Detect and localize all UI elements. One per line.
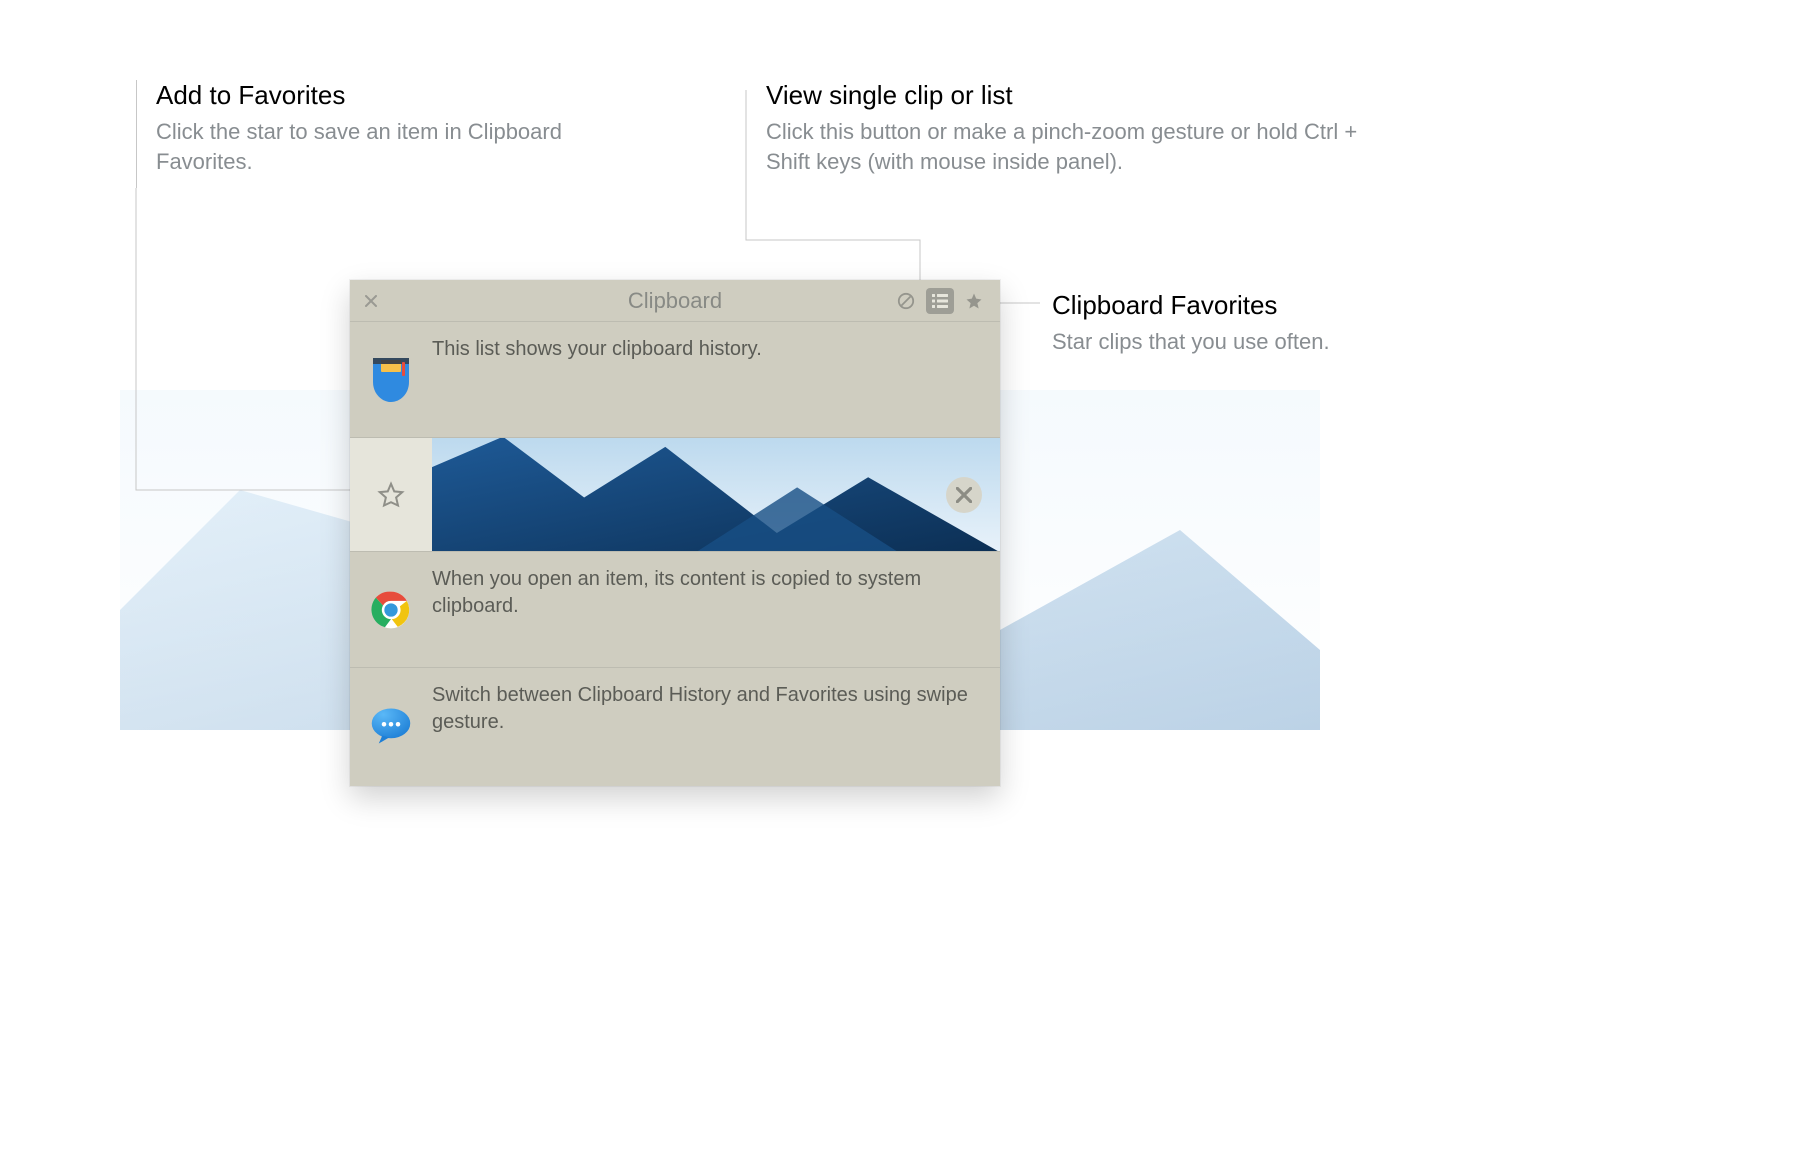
clip-text: When you open an item, its content is co… — [432, 552, 1000, 634]
pocket-icon — [371, 358, 411, 402]
clip-text: This list shows your clipboard history. — [432, 322, 1000, 377]
callout-add-to-favorites: Add to Favorites Click the star to save … — [156, 80, 576, 176]
callout-divider — [136, 80, 137, 188]
clip-text: Switch between Clipboard History and Fav… — [432, 668, 1000, 750]
callout-clipboard-favorites: Clipboard Favorites Star clips that you … — [1052, 290, 1352, 357]
clear-history-button[interactable] — [892, 288, 920, 314]
clip-row[interactable]: When you open an item, its content is co… — [350, 552, 1000, 668]
star-icon — [965, 292, 983, 310]
clip-row-selected[interactable] — [350, 438, 1000, 552]
callout-title: Clipboard Favorites — [1052, 290, 1352, 321]
row-app-icon — [350, 322, 432, 437]
list-icon — [931, 293, 949, 309]
row-app-icon — [350, 552, 432, 667]
close-icon — [956, 487, 972, 503]
callout-body: Click the star to save an item in Clipbo… — [156, 117, 576, 176]
add-to-favorites-button[interactable] — [376, 480, 406, 510]
clip-row[interactable]: This list shows your clipboard history. — [350, 322, 1000, 438]
close-panel-button[interactable] — [362, 292, 380, 310]
view-mode-toggle-button[interactable] — [926, 288, 954, 314]
chrome-icon — [371, 590, 411, 630]
delete-clip-button[interactable] — [946, 477, 982, 513]
close-icon — [365, 295, 377, 307]
no-entry-icon — [897, 292, 915, 310]
row-app-icon — [350, 668, 432, 784]
star-outline-icon — [376, 480, 406, 510]
clip-image-preview — [432, 438, 1000, 551]
favorites-tab-button[interactable] — [960, 288, 988, 314]
callout-title: View single clip or list — [766, 80, 1386, 111]
panel-header: Clipboard — [350, 280, 1000, 322]
callout-view-mode: View single clip or list Click this butt… — [766, 80, 1386, 176]
callout-body: Click this button or make a pinch-zoom g… — [766, 117, 1386, 176]
clip-row[interactable]: Switch between Clipboard History and Fav… — [350, 668, 1000, 784]
clipboard-panel: Clipboard — [350, 280, 1000, 786]
callout-body: Star clips that you use often. — [1052, 327, 1352, 357]
callout-title: Add to Favorites — [156, 80, 576, 111]
messages-icon — [370, 706, 412, 746]
